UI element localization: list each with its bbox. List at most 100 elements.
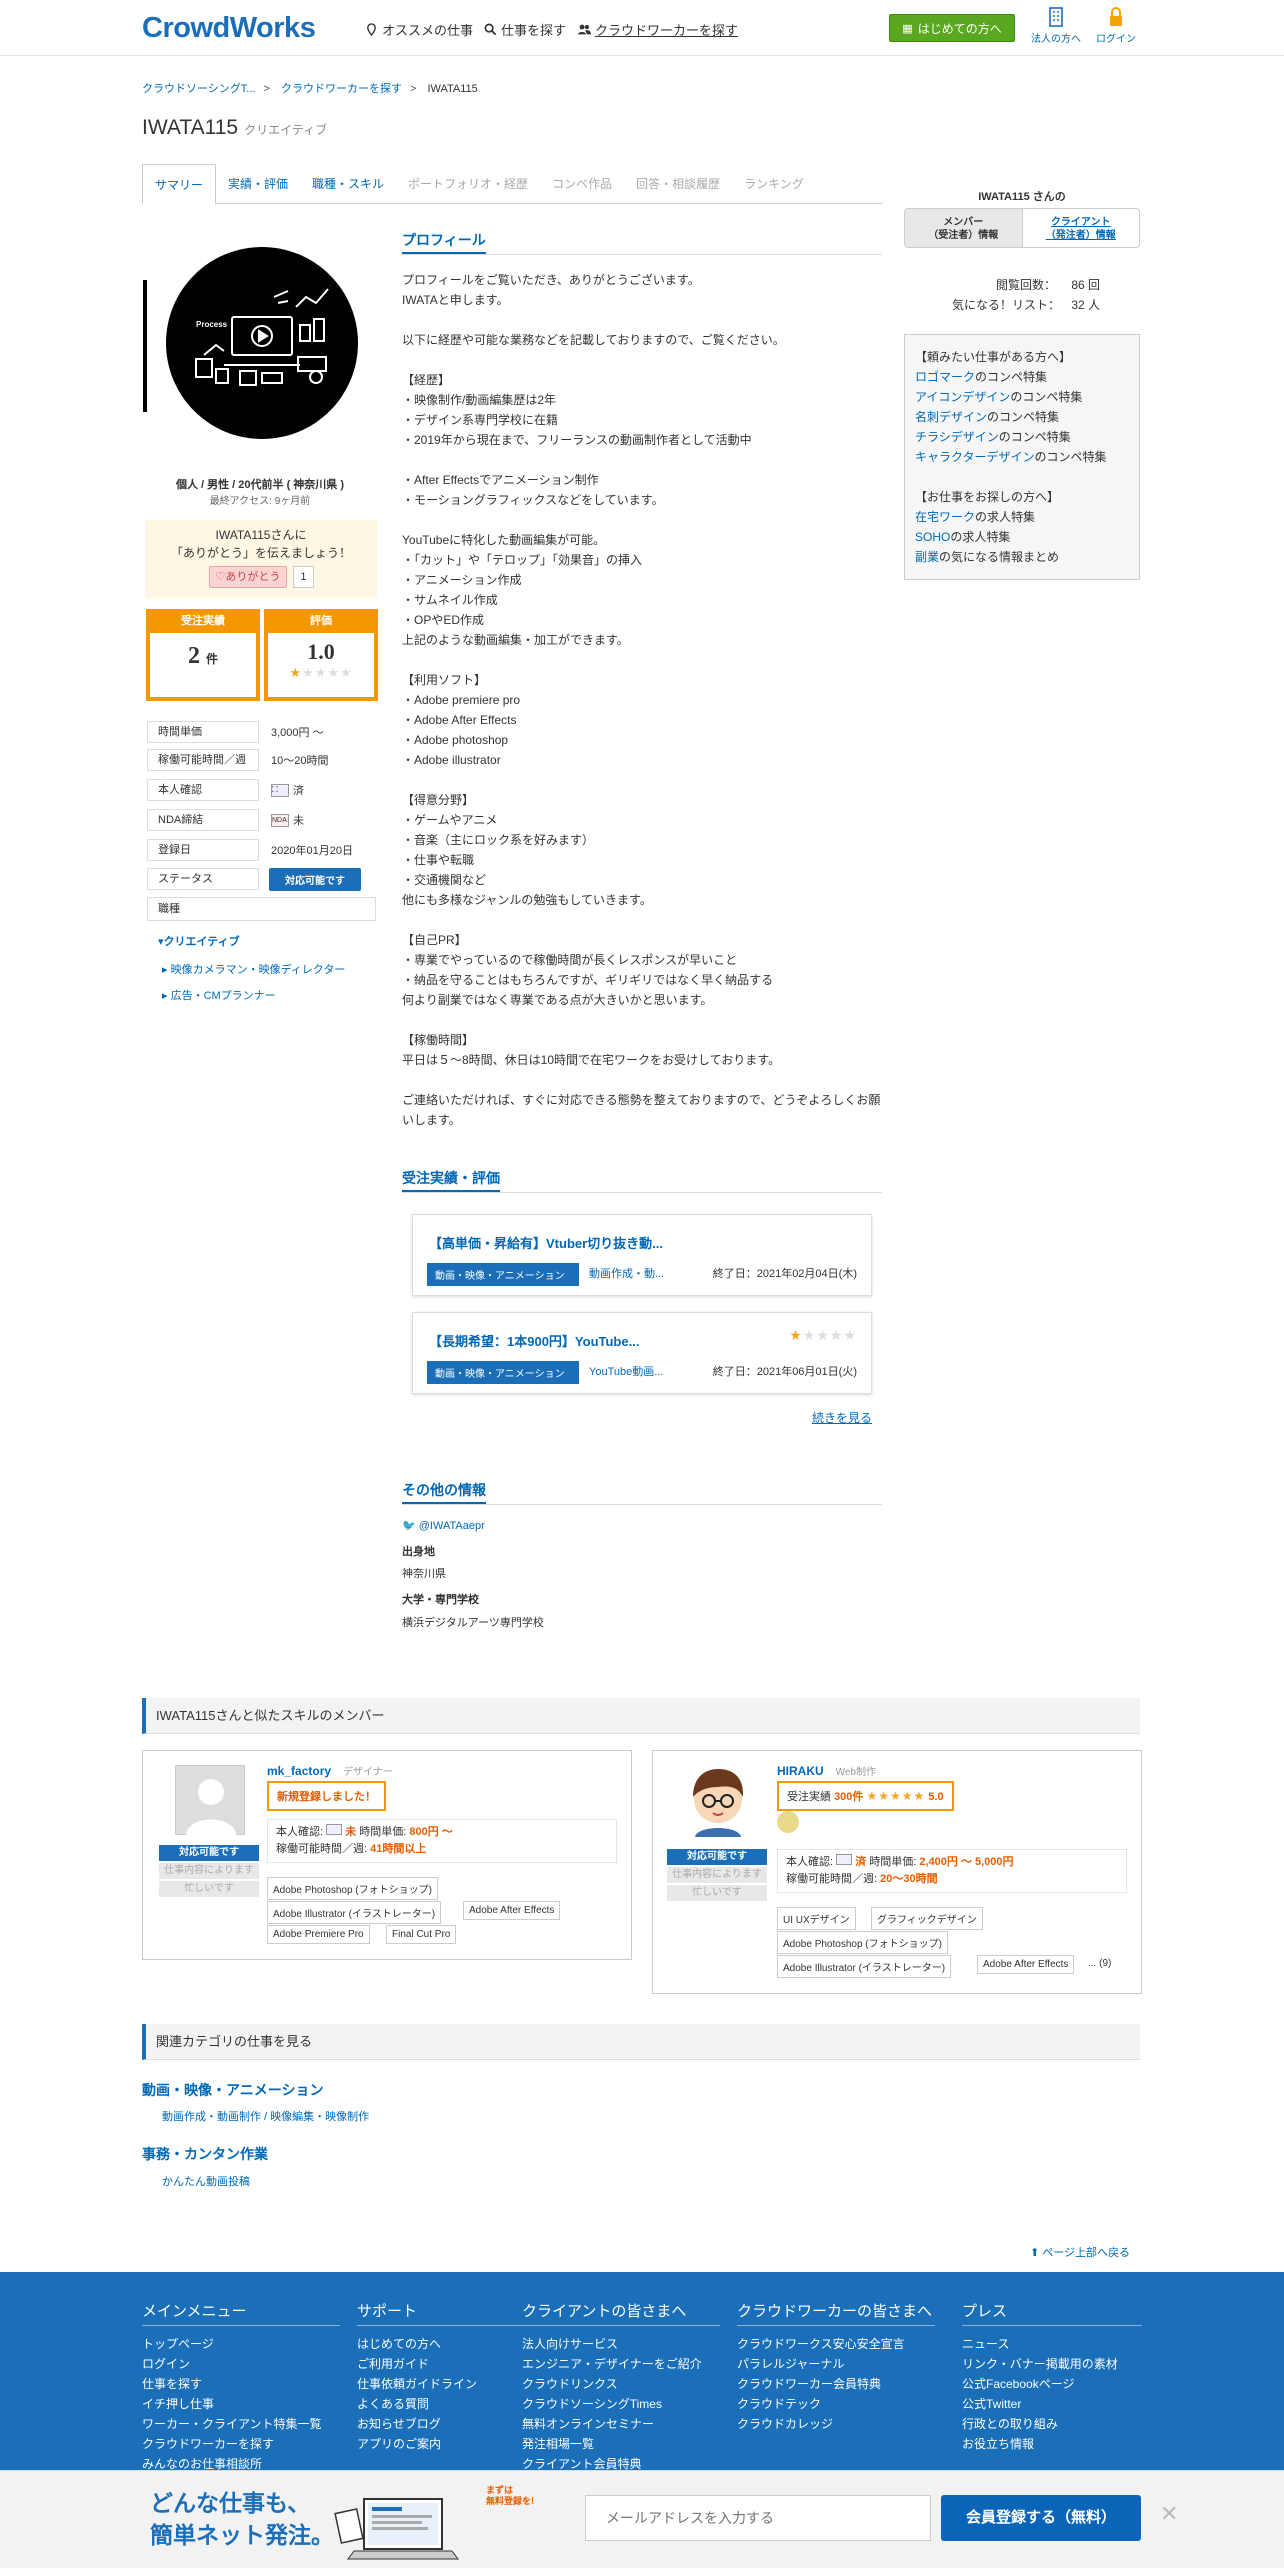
related-subcategory[interactable]: 動画作成・動画制作 / 映像編集・映像制作 — [162, 2108, 369, 2124]
footer-link[interactable]: クラウドリンクス — [522, 2374, 720, 2394]
footer-link[interactable]: 公式Twitter — [962, 2394, 1142, 2414]
email-input[interactable] — [585, 2495, 931, 2541]
footer-link[interactable]: 無料オンラインセミナー — [522, 2414, 720, 2434]
footer-link[interactable]: 法人向けサービス — [522, 2334, 720, 2354]
side-role-toggle: メンバー （受注者）情報 クライアント （発注者）情報 — [904, 208, 1140, 248]
footer-link[interactable]: 仕事を探す — [142, 2374, 340, 2394]
footer-link[interactable]: クラウドワーカー会員特典 — [737, 2374, 935, 2394]
back-to-top-link[interactable]: ⬆ ページ上部へ戻る — [1030, 2244, 1130, 2260]
job-category[interactable]: ▾クリエイティブ — [158, 933, 240, 949]
breadcrumb-home[interactable]: クラウドソーシングT... — [142, 83, 255, 95]
skill-tag[interactable]: Adobe After Effects — [977, 1955, 1075, 1974]
tab-competition: コンペ作品 — [552, 177, 613, 191]
skill-tag[interactable]: UI UXデザイン — [777, 1907, 856, 1930]
thanks-button[interactable]: ♡ありがとう — [208, 566, 288, 588]
footer-link[interactable]: クラウドテック — [737, 2394, 935, 2414]
twitter-link[interactable]: 🐦 @IWATAaepr — [402, 1519, 485, 1532]
availability-badge: 対応可能です — [667, 1849, 767, 1865]
tab-results[interactable]: 実績・評価 — [216, 164, 300, 204]
side-link[interactable]: SOHOの求人特集 — [915, 527, 1129, 547]
footer-link[interactable]: クラウドソーシングTimes — [522, 2394, 720, 2414]
footer-col-press: プレス ニュース リンク・バナー掲載用の素材 公式Facebookページ 公式T… — [962, 2300, 1142, 2454]
related-subcategory[interactable]: かんたん動画投稿 — [162, 2173, 250, 2189]
footer-link[interactable]: トップページ — [142, 2334, 340, 2354]
nav-find-workers[interactable]: クラウドワーカーを探す — [578, 20, 738, 39]
footer-col-main: メインメニュー トップページ ログイン 仕事を探す イチ押し仕事 ワーカー・クラ… — [142, 2300, 340, 2474]
skill-tag[interactable]: グラフィックデザイン — [871, 1907, 983, 1930]
tab-summary[interactable]: サマリー — [142, 164, 217, 205]
footer-link[interactable]: エンジニア・デザイナーをご紹介 — [522, 2354, 720, 2374]
work-end-date: 終了日：2021年02月04日(木) — [712, 1268, 857, 1280]
work-card[interactable]: 【高単価・昇給有】Vtuber切り抜き動... 動画・映像・アニメーション 動画… — [412, 1214, 872, 1296]
see-more-link[interactable]: 続きを見る — [812, 1409, 872, 1426]
side-link[interactable]: チラシデザインのコンペ特集 — [915, 427, 1129, 447]
member-avatar[interactable] — [683, 1763, 753, 1837]
id-card-icon — [836, 1854, 853, 1865]
register-button[interactable]: 会員登録する（無料） — [941, 2495, 1141, 2541]
corporate-link[interactable]: 法人の方へ — [1026, 6, 1086, 45]
skill-tag[interactable]: Adobe Illustrator (イラストレーター) — [777, 1955, 952, 1978]
work-title[interactable]: 【高単価・昇給有】Vtuber切り抜き動... — [429, 1233, 663, 1252]
breadcrumb-find-workers[interactable]: クラウドワーカーを探す — [281, 83, 402, 95]
side-link[interactable]: ロゴマークのコンペ特集 — [915, 367, 1129, 387]
footer-link[interactable]: ログイン — [142, 2354, 340, 2374]
nav-find-jobs[interactable]: 仕事を探す — [484, 20, 566, 39]
side-link[interactable]: 在宅ワークの求人特集 — [915, 507, 1129, 527]
skill-tag[interactable]: Adobe Photoshop (フォトショップ) — [267, 1877, 438, 1900]
work-card[interactable]: 【長期希望：1本900円】YouTube... ★★★★★ 動画・映像・アニメー… — [412, 1312, 872, 1394]
footer-link[interactable]: ワーカー・クライアント特集一覧 — [142, 2414, 340, 2434]
skill-tag[interactable]: Adobe After Effects — [463, 1901, 561, 1920]
skill-tag[interactable]: Final Cut Pro — [386, 1925, 457, 1944]
skill-tag[interactable]: Adobe Photoshop (フォトショップ) — [777, 1931, 948, 1954]
first-time-button[interactable]: ▦ はじめての方へ — [889, 14, 1015, 42]
footer-link[interactable]: クラウドカレッジ — [737, 2414, 935, 2434]
side-link[interactable]: キャラクターデザインのコンペ特集 — [915, 447, 1129, 467]
side-link[interactable]: アイコンデザインのコンペ特集 — [915, 387, 1129, 407]
login-link[interactable]: ログイン — [1086, 6, 1146, 45]
stat-identity-verified: 本人確認 ⛶ 済 — [147, 778, 304, 802]
side-title: IWATA115 さんの — [978, 191, 1066, 203]
id-card-icon — [326, 1824, 343, 1835]
nav-recommended[interactable]: オススメの仕事 — [365, 20, 473, 39]
search-icon — [484, 23, 497, 36]
skill-tag[interactable]: Adobe Premiere Pro — [267, 1925, 370, 1944]
footer-col-workers: クラウドワーカーの皆さまへ クラウドワークス安心安全宣言 パラレルジャーナル ク… — [737, 2300, 935, 2434]
work-title[interactable]: 【長期希望：1本900円】YouTube... — [429, 1331, 639, 1350]
orders-box[interactable]: 受注実績 2 件 — [146, 609, 260, 701]
member-info-tab[interactable]: メンバー （受注者）情報 — [905, 209, 1023, 247]
skill-tag[interactable]: Adobe Illustrator (イラストレーター) — [267, 1901, 442, 1924]
footer-link[interactable]: クラウドワークス安心安全宣言 — [737, 2334, 935, 2354]
users-icon — [578, 24, 591, 35]
member-avatar-placeholder[interactable] — [175, 1765, 245, 1836]
related-category[interactable]: 事務・カンタン作業 — [142, 2144, 268, 2164]
job-sub-1[interactable]: ▸ 映像カメラマン・映像ディレクター — [162, 961, 345, 977]
laptop-illustration — [334, 2498, 459, 2560]
footer-link[interactable]: 行政との取り組み — [962, 2414, 1142, 2434]
rating-box[interactable]: 評価 1.0 ★★★★★ — [264, 609, 378, 701]
pin-icon — [367, 23, 376, 36]
member-name[interactable]: HIRAKU Web制作 — [777, 1763, 876, 1778]
stat-status: ステータス 対応可能です — [147, 867, 361, 891]
work-subcategory[interactable]: YouTube動画... — [589, 1363, 663, 1379]
related-category[interactable]: 動画・映像・アニメーション — [142, 2080, 323, 2100]
footer-link[interactable]: クラウドワーカーを探す — [142, 2434, 340, 2454]
work-subcategory[interactable]: 動画作成・動... — [589, 1265, 664, 1281]
job-sub-2[interactable]: ▸ 広告・CMプランナー — [162, 987, 276, 1003]
close-icon[interactable]: ✕ — [1160, 2501, 1178, 2527]
footer-link[interactable]: 発注相場一覧 — [522, 2434, 720, 2454]
side-link[interactable]: 副業の気になる情報まとめ — [915, 547, 1129, 567]
footer-link[interactable]: リンク・バナー掲載用の素材 — [962, 2354, 1142, 2374]
logo[interactable]: CrowdWorks — [142, 12, 316, 45]
client-info-tab[interactable]: クライアント （発注者）情報 — [1023, 209, 1140, 247]
stat-registered: 登録日 2020年01月20日 — [147, 838, 353, 862]
profile-identity: 個人 / 男性 / 20代前半 ( 神奈川県 ) — [175, 479, 345, 491]
footer-link[interactable]: お役立ち情報 — [962, 2434, 1142, 2454]
footer-link[interactable]: イチ押し仕事 — [142, 2394, 340, 2414]
more-tags[interactable]: ... (9) — [1083, 1955, 1116, 1972]
side-link[interactable]: 名刺デザインのコンペ特集 — [915, 407, 1129, 427]
footer-link[interactable]: パラレルジャーナル — [737, 2354, 935, 2374]
footer-link[interactable]: 公式Facebookページ — [962, 2374, 1142, 2394]
footer-link[interactable]: ニュース — [962, 2334, 1142, 2354]
member-name[interactable]: mk_factory デザイナー — [267, 1763, 393, 1778]
tab-skills[interactable]: 職種・スキル — [300, 164, 396, 204]
